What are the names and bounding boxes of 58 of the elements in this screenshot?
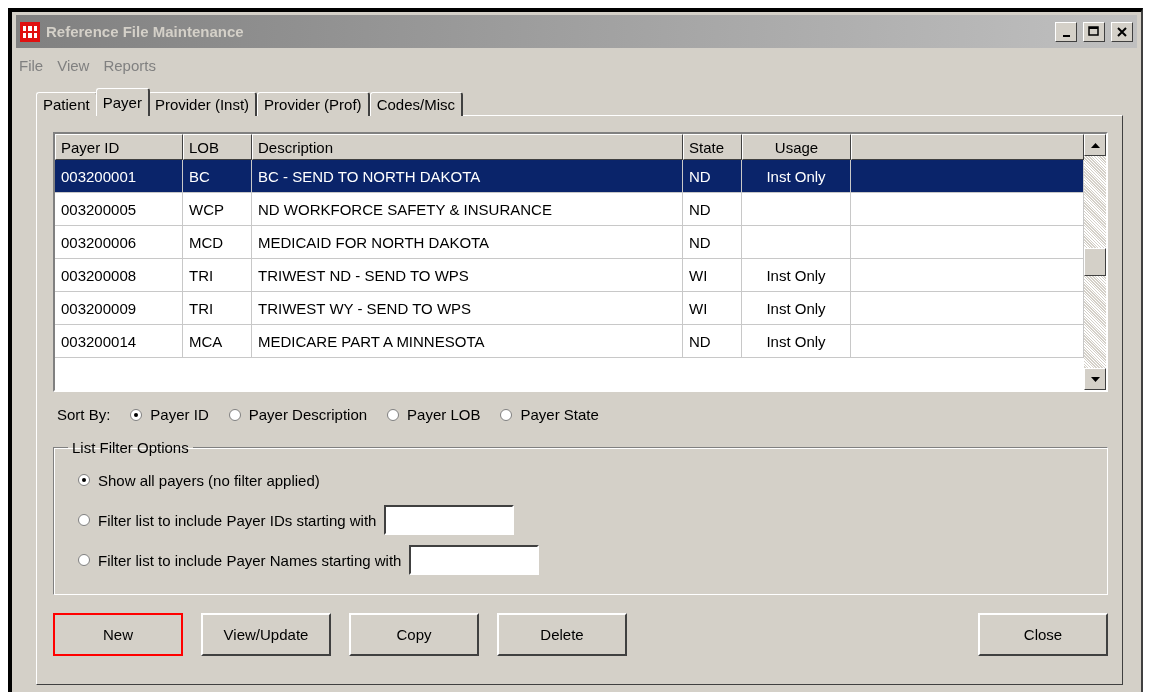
table-cell: ND (683, 325, 742, 358)
radio-button[interactable] (130, 408, 143, 421)
column-header[interactable]: State (683, 134, 742, 160)
scroll-down-button[interactable] (1084, 368, 1106, 390)
window-control-button[interactable] (1083, 21, 1105, 42)
table-row[interactable]: 003200005 WCP ND WORKFORCE SAFETY & INSURANCE ND (55, 193, 1084, 226)
radio-button[interactable] (78, 514, 90, 526)
close-icon (1117, 26, 1127, 37)
input-field[interactable] (384, 505, 515, 535)
scroll-thumb[interactable] (1084, 248, 1106, 276)
table-cell: MCA (183, 325, 252, 358)
input-field[interactable] (409, 545, 540, 575)
scroll-up-button[interactable] (1084, 134, 1106, 156)
table-row[interactable]: 003200006 MCD MEDICAID FOR NORTH DAKOTA ND (55, 226, 1084, 259)
window-control-button[interactable] (1111, 21, 1133, 42)
radio-button[interactable] (500, 408, 513, 421)
down-arrow-icon (1090, 376, 1100, 382)
radio-button[interactable] (78, 474, 90, 486)
column-header[interactable]: LOB (183, 134, 252, 160)
radio-label[interactable]: Payer LOB (407, 406, 481, 423)
table-cell: 003200014 (55, 325, 183, 358)
table-cell: Inst Only (742, 325, 851, 358)
action-button[interactable]: New (53, 613, 183, 656)
table-row[interactable]: 003200008 TRI TRIWEST ND - SEND TO WPS WI Inst Only (55, 259, 1084, 292)
radio-button[interactable] (387, 408, 400, 421)
radio-label[interactable]: Show all payers (no filter applied) (98, 471, 320, 489)
radio-button[interactable] (228, 408, 241, 421)
radio-label[interactable]: Payer State (520, 406, 599, 423)
column-header[interactable]: Description (252, 134, 683, 160)
sort-label: Sort By: (57, 406, 111, 423)
tab[interactable]: Provider (Prof) (257, 92, 370, 116)
table-row[interactable]: 003200014 MCA MEDICARE PART A MINNESOTA ND Inst Only (55, 325, 1084, 358)
column-header[interactable]: Usage (742, 134, 851, 160)
table-row[interactable]: 003200001 BC BC - SEND TO NORTH DAKOTA ND Inst Only (55, 160, 1084, 193)
action-button[interactable]: Delete (497, 613, 627, 656)
up-arrow-icon (1090, 142, 1100, 148)
action-button[interactable]: Close (978, 613, 1108, 656)
tab[interactable]: Codes/Misc (369, 92, 463, 116)
tab[interactable]: Payer (95, 88, 150, 116)
action-button[interactable]: Copy (349, 613, 479, 656)
group-title: List Filter Options (71, 439, 190, 456)
minimize-icon (1062, 34, 1070, 37)
tab[interactable]: Patient (36, 92, 98, 116)
radio-label[interactable]: Filter list to include Payer Names starting with (98, 551, 402, 569)
radio-label[interactable]: Payer ID (150, 406, 209, 423)
window-control-button[interactable] (1055, 21, 1077, 42)
window-title: Reference File Maintenance (46, 23, 245, 40)
table-row[interactable]: 003200009 TRI TRIWEST WY - SEND TO WPS WI Inst Only (55, 292, 1084, 325)
radio-label[interactable]: Filter list to include Payer IDs starting with (98, 511, 377, 529)
radio-button[interactable] (78, 554, 90, 566)
action-button[interactable]: View/Update (201, 613, 331, 656)
radio-label[interactable]: Payer Description (248, 406, 368, 423)
scrollbar[interactable] (1084, 134, 1106, 390)
column-header[interactable]: Payer ID (55, 134, 183, 160)
app-icon (20, 21, 40, 42)
table-cell: MEDICARE PART A MINNESOTA (252, 325, 683, 358)
maximize-icon (1088, 26, 1100, 37)
tab[interactable]: Provider (Inst) (147, 92, 258, 116)
